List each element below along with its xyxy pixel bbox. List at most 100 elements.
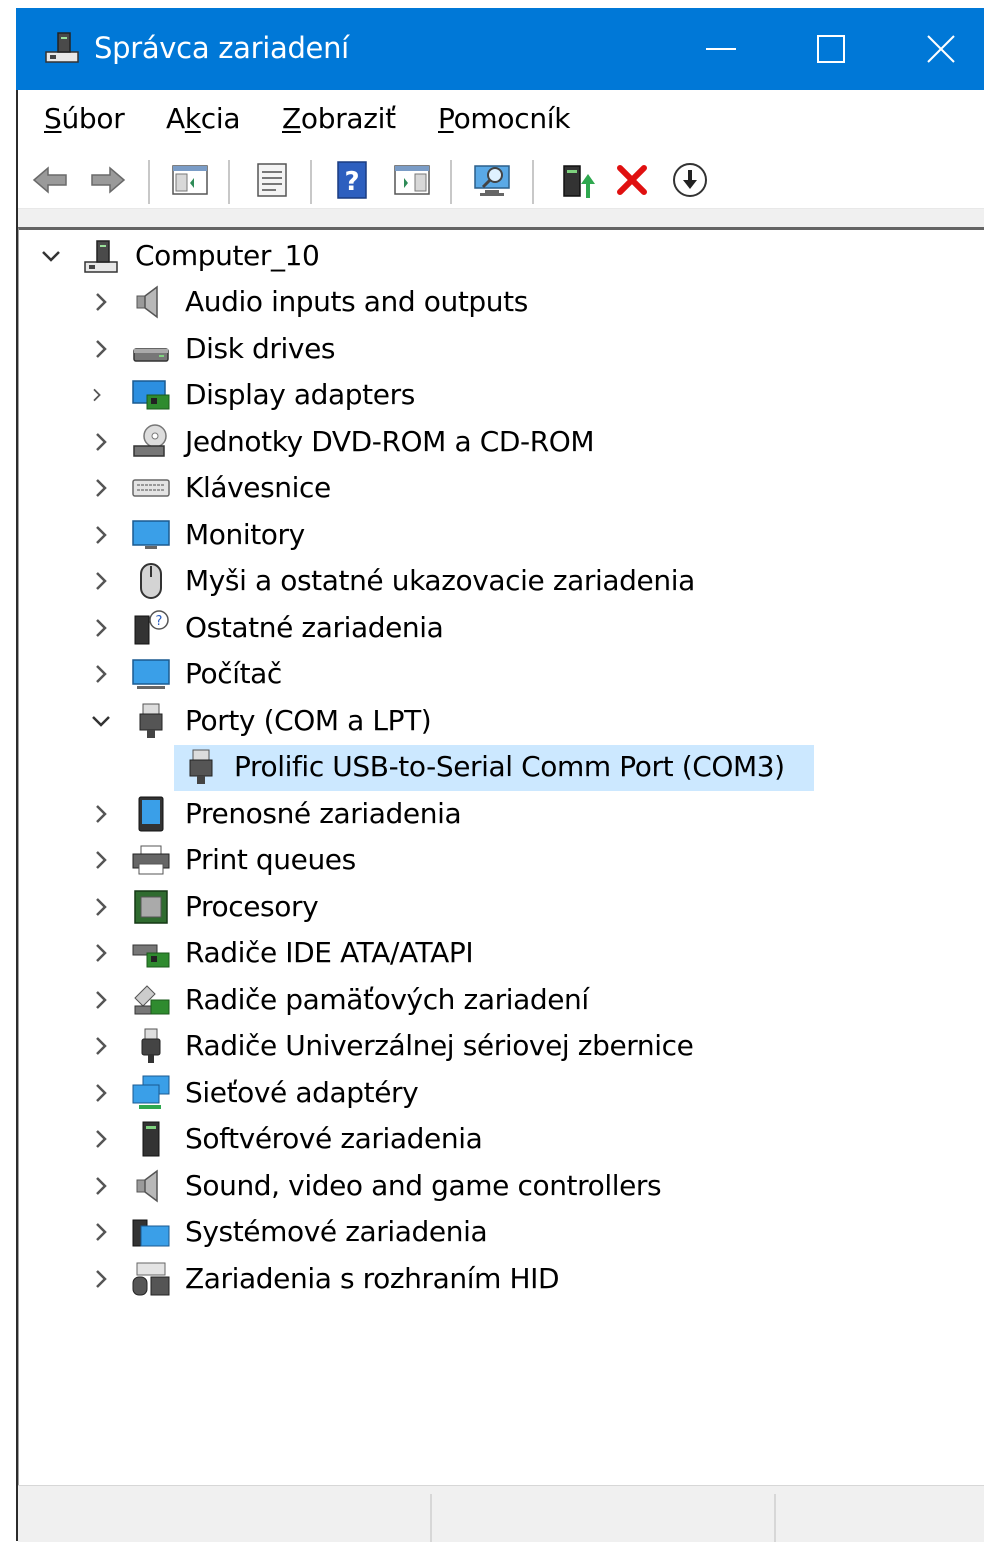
chevron-right-icon[interactable] [87,567,115,595]
chevron-down-icon[interactable] [37,242,65,270]
port-icon [189,749,213,784]
speaker-icon [136,285,158,319]
minimize-icon [706,48,736,50]
tree-node-label: Prenosné zariadenia [185,797,462,830]
tree-item-network-adapters[interactable]: Sieťové adaptéry [19,1071,979,1115]
maximize-icon [817,35,845,63]
scan-hardware-icon[interactable] [472,160,512,200]
help-icon[interactable]: ? [332,160,372,200]
hid-device-icon [132,1262,170,1296]
tree-item-other-devices[interactable]: ? Ostatné zariadenia [19,606,979,650]
chevron-right-icon[interactable] [87,474,115,502]
chevron-down-icon[interactable] [87,707,115,735]
tree-root-computer[interactable]: Computer_10 [19,234,979,278]
tree-node-label: Systémové zariadenia [185,1215,488,1248]
tree-item-hid-devices[interactable]: Zariadenia s rozhraním HID [19,1257,979,1301]
properties-icon[interactable] [252,160,292,200]
chevron-right-icon[interactable] [87,1218,115,1246]
menu-action[interactable]: Akcia [166,100,241,138]
tree-item-ide-controllers[interactable]: Radiče IDE ATA/ATAPI [19,931,979,975]
chevron-right-icon[interactable] [87,428,115,456]
usb-icon [141,1028,161,1063]
maximize-button[interactable] [776,8,886,90]
chevron-right-icon[interactable] [87,521,115,549]
tree-node-label: Computer_10 [135,239,320,272]
chevron-right-icon[interactable] [87,986,115,1014]
system-device-icon [132,1219,170,1247]
close-icon [927,35,955,63]
minimize-button[interactable] [666,8,776,90]
unknown-device-icon: ? [134,610,169,645]
window-title: Správca zariadení [94,31,349,65]
chevron-right-icon[interactable] [87,1265,115,1293]
tree-item-display-adapters[interactable]: Display adapters [19,373,979,417]
tree-item-monitors[interactable]: Monitory [19,513,979,557]
tree-node-label: Display adapters [185,378,415,411]
menu-help[interactable]: Pomocník [438,100,570,138]
close-button[interactable] [886,8,984,90]
chevron-right-icon[interactable] [87,660,115,688]
tree-item-keyboards[interactable]: Klávesnice [19,466,979,510]
title-bar[interactable]: Správca zariadení [16,8,984,90]
tree-node-label: Audio inputs and outputs [185,285,528,318]
chevron-right-icon[interactable] [87,939,115,967]
chevron-right-icon[interactable] [87,288,115,316]
tree-node-label: Disk drives [185,332,336,365]
chevron-right-icon[interactable] [87,1079,115,1107]
toolbar-separator [532,160,534,204]
tree-item-storage-controllers[interactable]: Radiče pamäťových zariadení [19,978,979,1022]
disable-device-icon[interactable] [670,160,710,200]
show-hide-console-tree-icon[interactable] [170,160,210,200]
chevron-right-icon[interactable] [87,1172,115,1200]
tree-node-label: Print queues [185,843,356,876]
tree-item-computer[interactable]: Počítač [19,652,979,696]
tree-item-sound-video-game[interactable]: Sound, video and game controllers [19,1164,979,1208]
tree-item-audio[interactable]: Audio inputs and outputs [19,280,979,324]
menu-file[interactable]: Súbor [44,100,125,138]
chevron-right-icon[interactable] [87,1125,115,1153]
tree-item-mice[interactable]: Myši a ostatné ukazovacie zariadenia [19,559,979,603]
speaker-icon [136,1169,158,1203]
tree-item-ports[interactable]: Porty (COM a LPT) [19,699,979,743]
device-manager-window: Správca zariadení Súbor Akcia Zobraziť P… [0,0,984,1542]
toolbar-separator [310,160,312,204]
forward-arrow-icon[interactable] [88,160,128,200]
update-driver-icon[interactable] [556,160,596,200]
chevron-right-icon[interactable] [87,614,115,642]
device-tree[interactable]: Computer_10 Audio inputs and outputs Dis… [18,227,984,1488]
uninstall-device-icon[interactable] [612,160,652,200]
display-adapter-icon [132,380,170,410]
action-pane-icon[interactable] [392,160,432,200]
tree-node-label: Softvérové zariadenia [185,1122,483,1155]
tree-item-software-devices[interactable]: Softvérové zariadenia [19,1117,979,1161]
menu-view[interactable]: Zobraziť [282,100,396,138]
tree-item-usb-controllers[interactable]: Radiče Univerzálnej sériovej zbernice [19,1024,979,1068]
chevron-right-icon[interactable] [87,800,115,828]
toolbar: ? [18,148,984,209]
tree-node-label: Procesory [185,890,319,923]
toolbar-separator [228,160,230,204]
back-arrow-icon[interactable] [30,160,70,200]
tree-item-system-devices[interactable]: Systémové zariadenia [19,1210,979,1254]
chevron-right-icon[interactable] [87,335,115,363]
tree-item-disk-drives[interactable]: Disk drives [19,327,979,371]
tree-item-portable-devices[interactable]: Prenosné zariadenia [19,792,979,836]
tree-item-prolific-com3[interactable]: Prolific USB-to-Serial Comm Port (COM3) [19,745,979,791]
menu-bar: Súbor Akcia Zobraziť Pomocník [18,90,984,149]
chevron-right-icon[interactable] [87,381,115,409]
tree-node-label: Radiče pamäťových zariadení [185,983,589,1016]
tree-node-label: Sound, video and game controllers [185,1169,662,1202]
mouse-icon [140,563,162,599]
tree-item-print-queues[interactable]: Print queues [19,838,979,882]
tree-item-processors[interactable]: Procesory [19,885,979,929]
tree-item-dvd-drives[interactable]: Jednotky DVD-ROM a CD-ROM [19,420,979,464]
svg-text:?: ? [156,614,163,629]
chevron-right-icon[interactable] [87,1032,115,1060]
computer-icon [84,240,118,273]
tree-node-label: Myši a ostatné ukazovacie zariadenia [185,564,695,597]
tree-node-label: Prolific USB-to-Serial Comm Port (COM3) [234,750,785,783]
chevron-right-icon[interactable] [87,893,115,921]
tree-node-label: Jednotky DVD-ROM a CD-ROM [185,425,595,458]
port-icon [139,703,163,738]
chevron-right-icon[interactable] [87,846,115,874]
